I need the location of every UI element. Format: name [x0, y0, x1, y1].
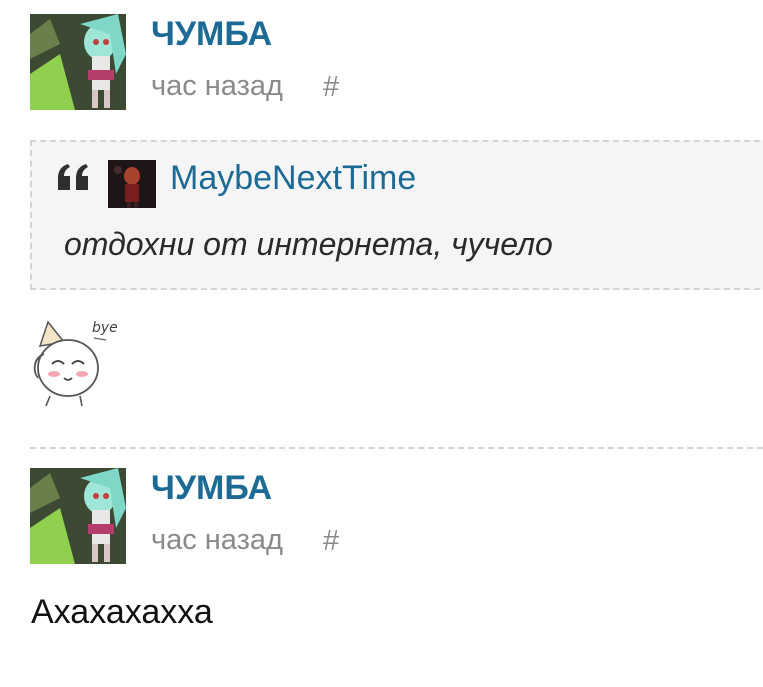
avatar-image [30, 14, 126, 110]
post-divider [30, 447, 763, 449]
user-avatar[interactable] [30, 468, 126, 564]
hash-icon[interactable]: # [323, 523, 339, 559]
avatar-image [30, 468, 126, 564]
comment-thread: ЧУМБА час назад # MaybeNextTime отдохни … [0, 0, 763, 687]
post-time: час назад [151, 70, 283, 102]
post-header: ЧУМБА час назад # [30, 468, 750, 568]
quote-marks-icon [58, 164, 88, 190]
quote-block: MaybeNextTime отдохни от интернета, чуче… [30, 140, 763, 290]
hash-icon[interactable]: # [323, 69, 339, 105]
quote-author[interactable]: MaybeNextTime [170, 158, 416, 198]
quote-text: отдохни от интернета, чучело [64, 226, 553, 262]
post-time: час назад [151, 524, 283, 556]
user-avatar[interactable] [30, 14, 126, 110]
post-author[interactable]: ЧУМБА [151, 14, 272, 54]
bye-sticker: bye [33, 320, 118, 406]
post-header: ЧУМБА час назад # [30, 14, 750, 114]
quote-avatar-image [108, 160, 156, 208]
post-author[interactable]: ЧУМБА [151, 468, 272, 508]
sticker-caption: bye [92, 320, 118, 336]
post-body: Ахахахахха [31, 593, 213, 631]
quote-author-avatar[interactable] [108, 160, 156, 208]
